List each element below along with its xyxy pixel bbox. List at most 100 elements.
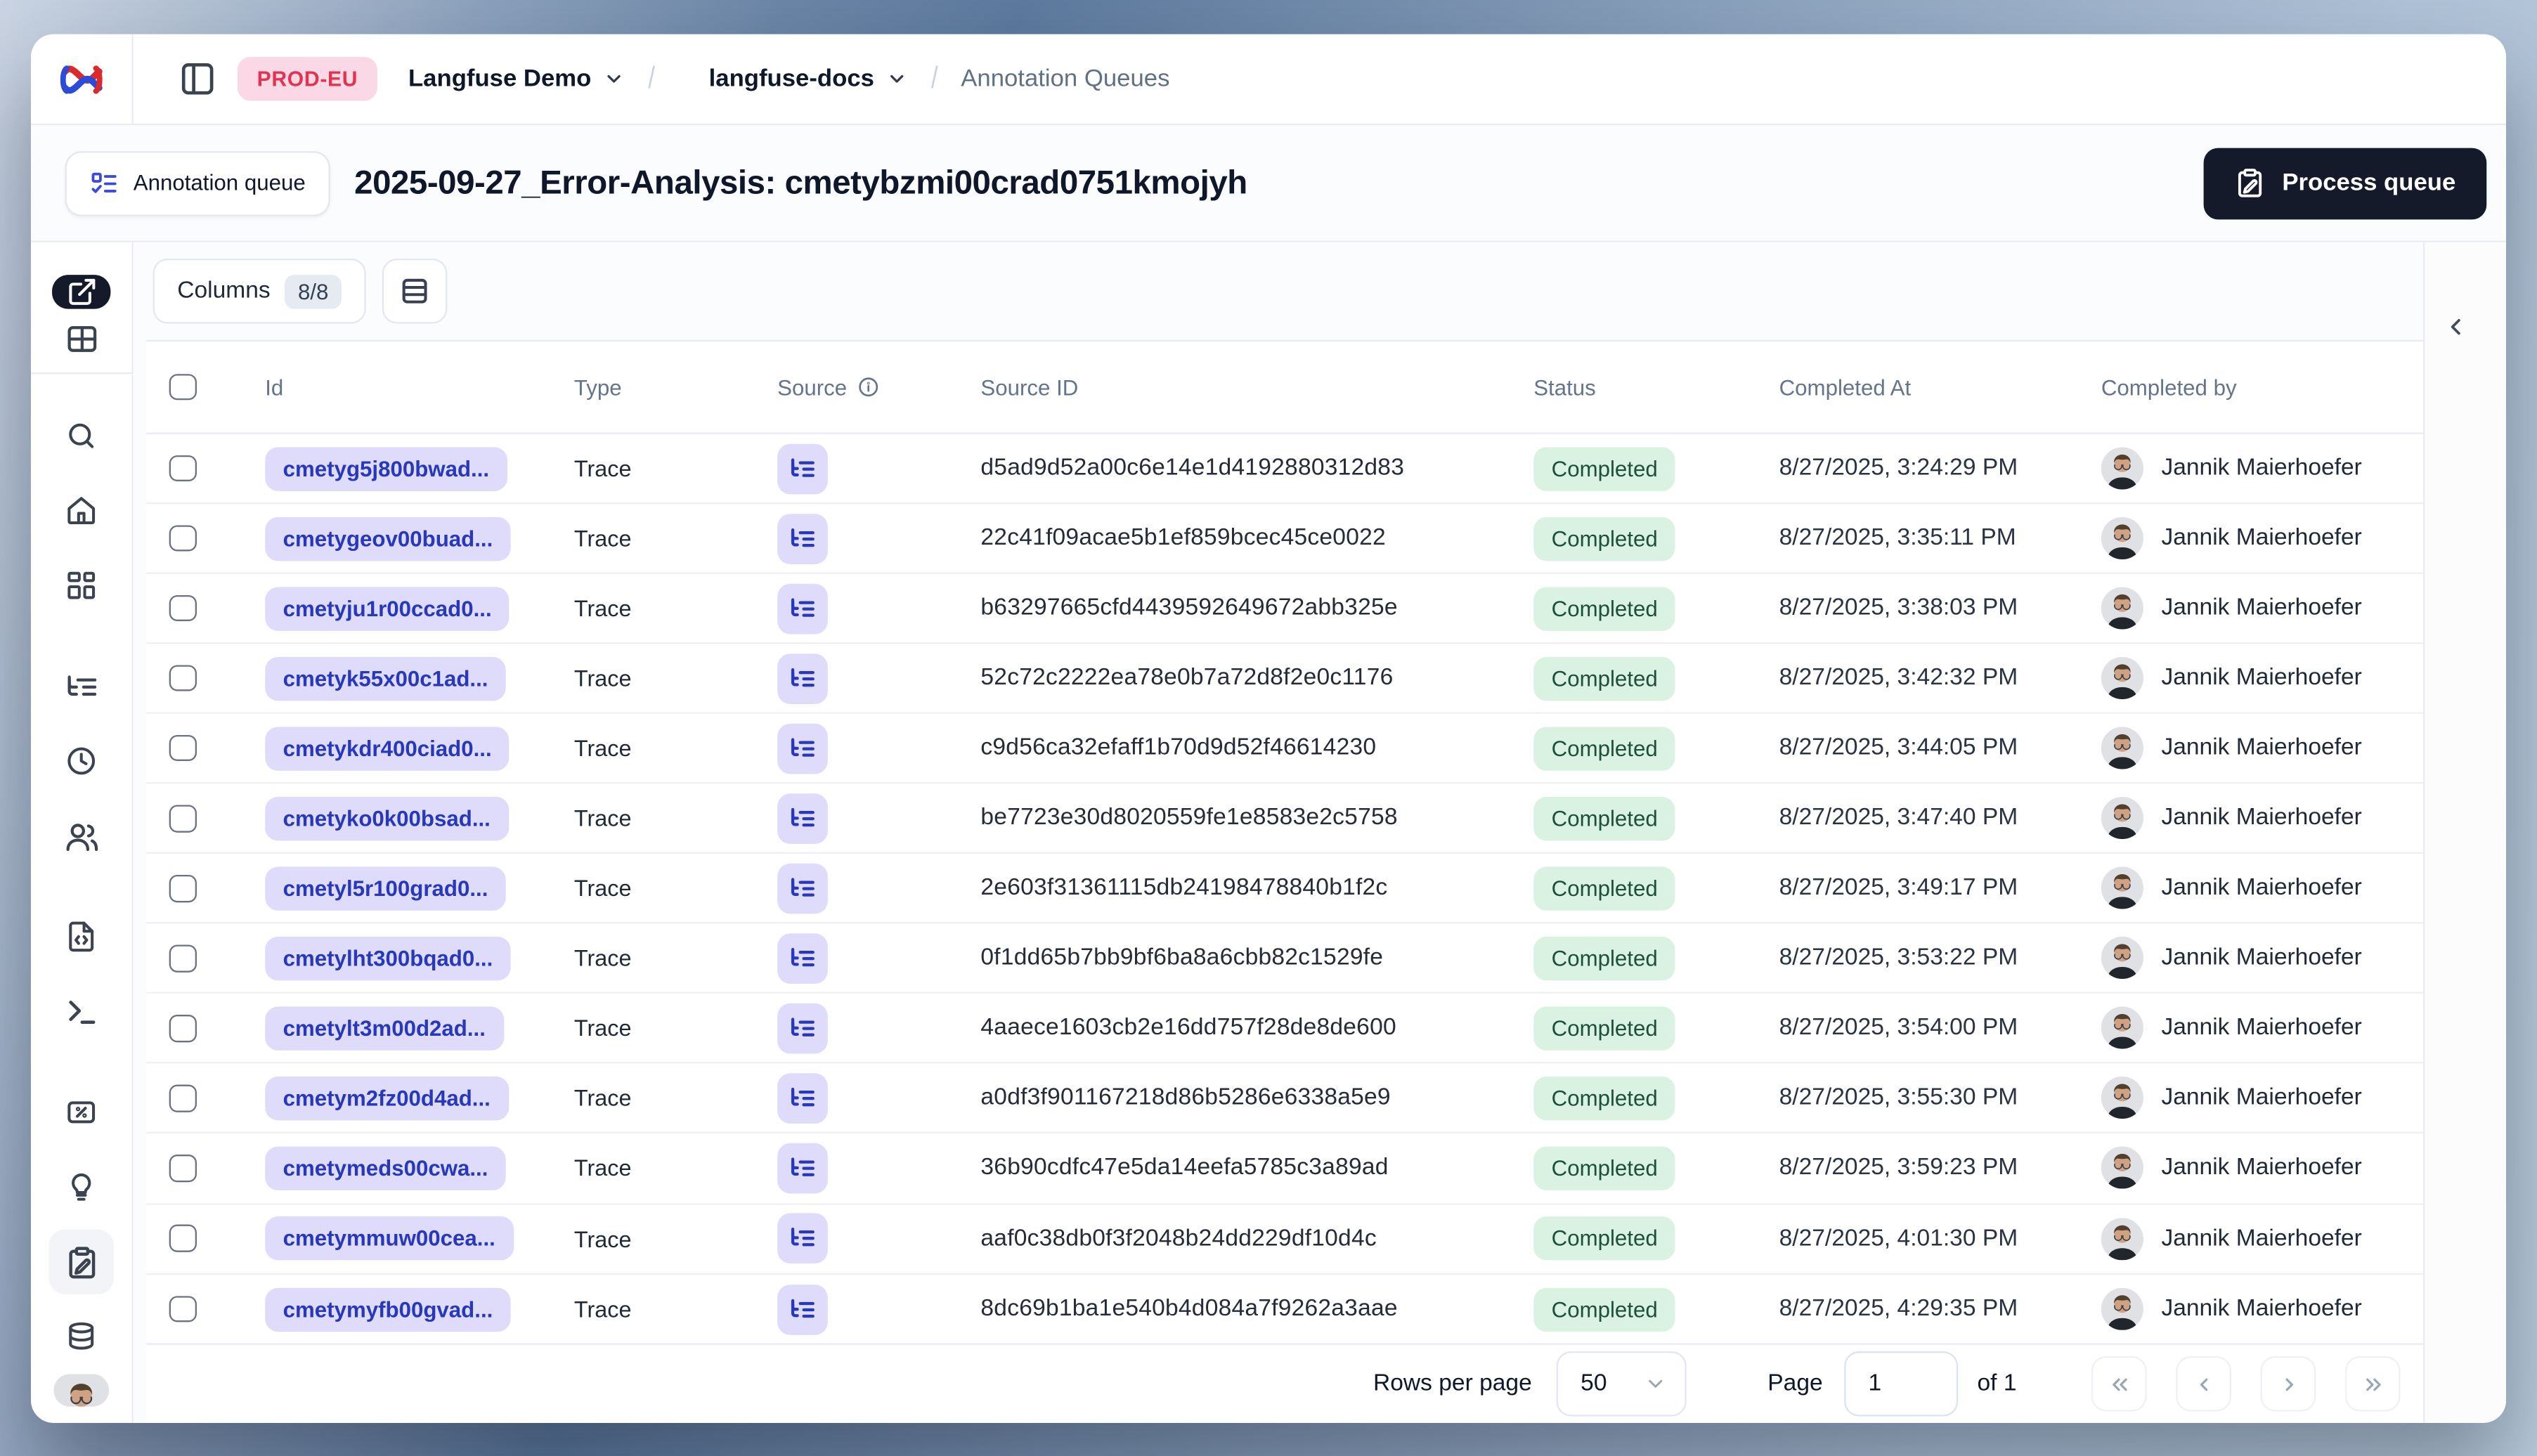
- item-id-link[interactable]: cmetyk55x00c1ad...: [265, 656, 506, 701]
- row-checkbox[interactable]: [169, 594, 196, 622]
- home-icon: [67, 498, 96, 525]
- project-switcher[interactable]: langfuse-docs: [709, 65, 907, 93]
- row-checkbox[interactable]: [169, 805, 196, 832]
- sidebar-toggle-icon[interactable]: [179, 60, 216, 98]
- row-checkbox[interactable]: [169, 1015, 196, 1042]
- table-row[interactable]: cmetymyfb00gvad... Trace 8dc69b1ba1e540b…: [146, 1274, 2424, 1344]
- sidebar-item-users[interactable]: [48, 799, 114, 873]
- item-id-link[interactable]: cmetyg5j800bwad...: [265, 446, 507, 490]
- rows-per-page-select[interactable]: 50: [1556, 1351, 1687, 1417]
- column-header-type[interactable]: Type: [553, 375, 756, 399]
- row-checkbox[interactable]: [169, 665, 196, 692]
- trace-link-icon[interactable]: [777, 583, 828, 634]
- open-in-new-button[interactable]: [52, 275, 111, 309]
- column-header-completed-by[interactable]: Completed by: [2090, 375, 2423, 399]
- sidebar-item-sessions[interactable]: [48, 724, 114, 799]
- user-avatar: [2101, 727, 2143, 770]
- select-all-checkbox[interactable]: [169, 373, 196, 401]
- item-id-link[interactable]: cmetymyfb00gvad...: [265, 1287, 511, 1332]
- row-checkbox[interactable]: [169, 1225, 196, 1252]
- table-row[interactable]: cmetyju1r00ccad0... Trace b63297665cfd44…: [146, 574, 2424, 644]
- item-id-link[interactable]: cmetyl5r100grad0...: [265, 866, 506, 911]
- collapse-panel-button[interactable]: [2443, 304, 2489, 350]
- sidebar-item-playground[interactable]: [48, 975, 114, 1049]
- item-id-link[interactable]: cmetyju1r00ccad0...: [265, 586, 510, 630]
- sidebar-item-home[interactable]: [48, 474, 114, 548]
- item-id-link[interactable]: cmetygeov00buad...: [265, 516, 511, 561]
- status-badge: Completed: [1533, 446, 1676, 490]
- item-id-link[interactable]: cmetylht300bqad0...: [265, 936, 511, 981]
- table-row[interactable]: cmetymmuw00cea... Trace aaf0c38db0f3f204…: [146, 1204, 2424, 1275]
- trace-link-icon[interactable]: [777, 1073, 828, 1124]
- sidebar-item-tracing[interactable]: [48, 649, 114, 724]
- table-row[interactable]: cmetymeds00cwa... Trace 36b90cdfc47e5da1…: [146, 1134, 2424, 1204]
- table-row[interactable]: cmetyl5r100grad0... Trace 2e603f31361115…: [146, 854, 2424, 925]
- row-checkbox[interactable]: [169, 455, 196, 482]
- user-avatar[interactable]: [53, 1374, 110, 1407]
- next-page-button[interactable]: [2260, 1356, 2316, 1412]
- trace-link-icon[interactable]: [777, 932, 828, 984]
- completed-at: 8/27/2025, 3:47:40 PM: [1779, 805, 2018, 832]
- langfuse-logo-icon: [60, 61, 103, 97]
- sidebar-item-annotation-queues[interactable]: [48, 1230, 114, 1295]
- table-row[interactable]: cmetykdr400ciad0... Trace c9d56ca32efaff…: [146, 714, 2424, 784]
- columns-button[interactable]: Columns 8/8: [153, 258, 366, 324]
- sidebar-item-dashboards[interactable]: [48, 549, 114, 623]
- last-page-button[interactable]: [2344, 1356, 2401, 1412]
- trace-link-icon[interactable]: [777, 1143, 828, 1194]
- column-header-source-id[interactable]: Source ID: [959, 375, 1512, 399]
- sidebar-item-evaluators[interactable]: [48, 1150, 114, 1225]
- row-checkbox[interactable]: [169, 525, 196, 552]
- table-row[interactable]: cmetyg5j800bwad... Trace d5ad9d52a00c6e1…: [146, 434, 2424, 505]
- sidebar-item-prompts[interactable]: [48, 900, 114, 975]
- sidebar-item-tables[interactable]: [52, 322, 110, 356]
- org-switcher[interactable]: Langfuse Demo: [408, 65, 624, 93]
- row-height-button[interactable]: [382, 258, 448, 324]
- trace-link-icon[interactable]: [777, 653, 828, 704]
- trace-link-icon[interactable]: [777, 723, 828, 774]
- table-row[interactable]: cmetylht300bqad0... Trace 0f1dd65b7bb9bf…: [146, 924, 2424, 994]
- row-checkbox[interactable]: [169, 1295, 196, 1323]
- trace-link-icon[interactable]: [777, 513, 828, 564]
- sidebar-item-datasets[interactable]: [48, 1300, 114, 1374]
- item-type: Trace: [573, 875, 632, 902]
- trace-link-icon[interactable]: [777, 1284, 828, 1334]
- page-header: Annotation queue 2025-09-27_Error-Analys…: [30, 125, 2507, 242]
- item-id-link[interactable]: cmetymeds00cwa...: [265, 1146, 506, 1190]
- item-id-link[interactable]: cmetymmuw00cea...: [265, 1216, 514, 1261]
- row-checkbox[interactable]: [169, 1084, 196, 1112]
- row-checkbox[interactable]: [169, 875, 196, 902]
- environment-badge[interactable]: PROD-EU: [237, 56, 378, 101]
- sidebar-item-scores[interactable]: [48, 1075, 114, 1150]
- trace-link-icon[interactable]: [777, 443, 828, 494]
- previous-page-button[interactable]: [2176, 1356, 2231, 1412]
- process-queue-button[interactable]: Process queue: [2204, 147, 2487, 219]
- row-checkbox[interactable]: [169, 1155, 196, 1182]
- table-row[interactable]: cmetym2fz00d4ad... Trace a0df3f901167218…: [146, 1064, 2424, 1135]
- item-id-link[interactable]: cmetylt3m00d2ad...: [265, 1006, 504, 1051]
- trace-link-icon[interactable]: [777, 1213, 828, 1264]
- annotation-queue-badge[interactable]: Annotation queue: [65, 150, 330, 216]
- table-row[interactable]: cmetyko0k00bsad... Trace be7723e30d80205…: [146, 784, 2424, 854]
- column-header-source[interactable]: Source: [756, 375, 959, 399]
- row-checkbox[interactable]: [169, 944, 196, 972]
- column-header-status[interactable]: Status: [1512, 375, 1765, 399]
- trace-link-icon[interactable]: [777, 1003, 828, 1054]
- first-page-button[interactable]: [2091, 1356, 2147, 1412]
- column-header-id[interactable]: Id: [244, 375, 553, 399]
- sidebar-item-search[interactable]: [48, 399, 114, 474]
- page-number-input[interactable]: [1843, 1351, 1958, 1417]
- table-row[interactable]: cmetyk55x00c1ad... Trace 52c72c2222ea78e…: [146, 644, 2424, 715]
- item-id-link[interactable]: cmetykdr400ciad0...: [265, 726, 510, 771]
- right-panel-strip: [2423, 242, 2507, 1423]
- user-avatar: [2101, 937, 2143, 980]
- logo-cell: [31, 34, 134, 124]
- row-checkbox[interactable]: [169, 734, 196, 762]
- trace-link-icon[interactable]: [777, 863, 828, 914]
- item-id-link[interactable]: cmetym2fz00d4ad...: [265, 1076, 509, 1121]
- trace-link-icon[interactable]: [777, 793, 828, 844]
- table-row[interactable]: cmetylt3m00d2ad... Trace 4aaece1603cb2e1…: [146, 994, 2424, 1065]
- item-id-link[interactable]: cmetyko0k00bsad...: [265, 796, 509, 840]
- column-header-completed-at[interactable]: Completed At: [1765, 375, 2090, 399]
- table-row[interactable]: cmetygeov00buad... Trace 22c41f09acae5b1…: [146, 504, 2424, 575]
